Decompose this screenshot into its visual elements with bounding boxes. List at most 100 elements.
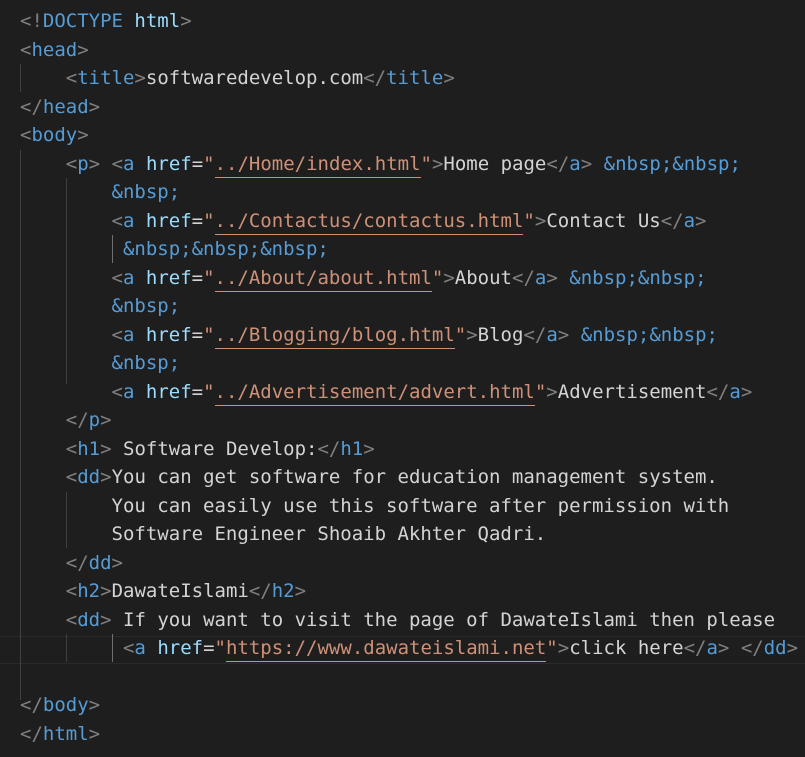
code-line[interactable]: </html>	[0, 720, 100, 748]
code-line[interactable]: <dd>You can get software for education m…	[0, 463, 718, 491]
code-token: a	[569, 153, 581, 175]
code-token: href	[145, 381, 192, 403]
code-token: &nbsp;	[111, 181, 181, 203]
code-token: >	[111, 552, 123, 574]
code-token: &nbsp;&nbsp;	[580, 324, 718, 346]
code-token: "	[454, 324, 467, 346]
code-line[interactable]: &nbsp;&nbsp;&nbsp;	[0, 235, 329, 263]
code-token: href	[157, 637, 204, 659]
code-line[interactable]: </p>	[0, 406, 112, 434]
code-token: a	[122, 324, 135, 346]
code-token: DawateIslami	[111, 580, 249, 602]
code-token: Software Develop:	[111, 438, 318, 460]
code-line[interactable]: </body>	[0, 691, 100, 719]
code-token: head	[31, 39, 78, 61]
code-token: >	[443, 267, 455, 289]
code-token: href	[145, 267, 192, 289]
code-token: "	[523, 210, 535, 232]
code-line[interactable]: <a href="https://www.dawateislami.net">c…	[0, 634, 798, 662]
code-token: <	[65, 466, 78, 488]
code-token: <	[122, 637, 135, 659]
code-token: Home page	[443, 153, 547, 175]
code-token: dd	[763, 637, 787, 659]
code-token: a	[123, 153, 135, 175]
code-token: <	[65, 609, 78, 631]
code-line[interactable]: <a href="../Contactus/contactus.html">Co…	[0, 207, 707, 235]
code-token: </	[20, 694, 43, 716]
code-editor[interactable]: <!DOCTYPE html> <head> <title>softwaredev…	[0, 0, 805, 757]
code-token: </	[546, 153, 570, 175]
code-line[interactable]: <h1> Software Develop:</h1>	[0, 435, 375, 463]
code-token: DOCTYPE	[42, 10, 123, 32]
code-line[interactable]: You can easily use this software after p…	[0, 492, 730, 520]
code-token: </	[740, 637, 764, 659]
code-line[interactable]: <h2>DawateIslami</h2>	[0, 577, 306, 605]
code-token: >	[717, 637, 730, 659]
code-token: </	[317, 438, 341, 460]
code-token: </	[660, 210, 684, 232]
code-line[interactable]: </head>	[0, 93, 100, 121]
code-token: </	[20, 96, 43, 118]
code-token: </	[363, 67, 387, 89]
code-token: </	[65, 409, 89, 431]
code-token: "	[214, 637, 226, 659]
code-token: <	[111, 324, 123, 346]
code-token: head	[42, 96, 89, 118]
code-token: "	[534, 381, 547, 403]
code-token: "	[420, 153, 432, 175]
code-token: >	[557, 324, 570, 346]
code-line[interactable]: <dd> If you want to visit the page of Da…	[0, 606, 775, 634]
code-token: <	[111, 153, 124, 175]
code-token: "	[203, 381, 215, 403]
code-token: h1	[77, 438, 101, 460]
code-token: &nbsp;&nbsp;	[603, 153, 741, 175]
code-token: =	[191, 267, 204, 289]
code-line[interactable]: &nbsp;	[0, 292, 181, 320]
code-token: href	[145, 153, 192, 175]
scroll-shadow	[0, 0, 805, 6]
code-token: <	[65, 438, 78, 460]
code-line[interactable]: <title>softwaredevelop.com</title>	[0, 64, 455, 92]
code-token: =	[191, 153, 204, 175]
code-token: a	[134, 637, 146, 659]
code-token: a	[683, 210, 696, 232]
code-line[interactable]: <a href="../Advertisement/advert.html">A…	[0, 378, 752, 406]
code-line[interactable]	[0, 663, 20, 691]
code-line[interactable]: &nbsp;	[0, 178, 181, 206]
code-token: >	[100, 438, 112, 460]
code-token: Contact Us	[546, 210, 661, 232]
code-line[interactable]: <head>	[0, 36, 89, 64]
code-line[interactable]: <!DOCTYPE html>	[0, 7, 192, 35]
code-token: <	[111, 210, 123, 232]
code-token: Blog	[477, 324, 524, 346]
code-token: >	[546, 267, 558, 289]
code-line[interactable]: <body>	[0, 121, 89, 149]
code-token: title	[386, 67, 444, 89]
code-line[interactable]: <a href="../Blogging/blog.html">Blog</a>…	[0, 321, 718, 349]
code-line[interactable]: <p> <a href="../Home/index.html">Home pa…	[0, 150, 741, 178]
code-token: </	[65, 552, 89, 574]
code-line[interactable]: Software Engineer Shoaib Akhter Qadri.	[0, 520, 547, 548]
code-token: >	[294, 580, 307, 602]
code-token: a	[534, 267, 547, 289]
code-token: >	[466, 324, 478, 346]
code-token: title	[77, 67, 135, 89]
code-token: <	[65, 67, 78, 89]
code-line[interactable]: <a href="../About/about.html">About</a> …	[0, 264, 707, 292]
code-token: <!	[20, 10, 43, 32]
code-token: dd	[88, 552, 112, 574]
code-line[interactable]: &nbsp;	[0, 349, 181, 377]
code-token: >	[695, 210, 707, 232]
code-line[interactable]: </dd>	[0, 549, 123, 577]
